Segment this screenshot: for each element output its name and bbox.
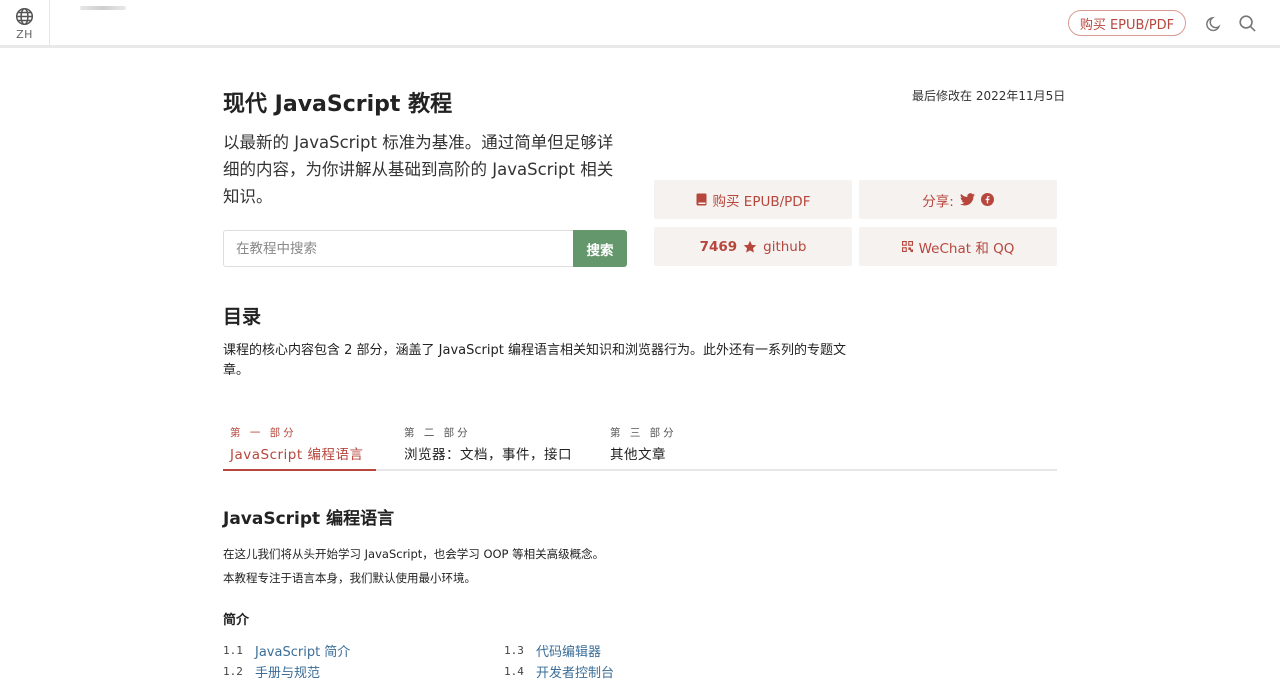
page-title: 现代 JavaScript 教程 (223, 92, 453, 117)
facebook-icon[interactable] (980, 193, 994, 206)
tab-part-name: 浏览器：文档，事件，接口 (404, 447, 572, 463)
search-icon[interactable] (1237, 13, 1257, 33)
toc-link-1-2[interactable]: 1.2 手册与规范 (223, 662, 320, 681)
toc-link-1-3[interactable]: 1.3 代码编辑器 (504, 641, 601, 660)
section-intro: 在这儿我们将从头开始学习 JavaScript，也会学习 OOP 等相关高级概念… (223, 547, 605, 561)
twitter-icon[interactable] (959, 193, 975, 206)
github-label: github (763, 238, 807, 255)
toc-item-number: 1.2 (223, 665, 243, 678)
language-code: ZH (16, 28, 33, 41)
share-button[interactable]: 分享: (859, 180, 1057, 219)
last-modified-date: 最后修改在 2022年11月5日 (912, 89, 1066, 103)
tab-part-3[interactable]: 第 三 部分 其他文章 (603, 420, 693, 471)
toc-item-label: 开发者控制台 (536, 666, 615, 681)
buy-epub-pdf-button[interactable]: 购买 EPUB/PDF (1068, 10, 1186, 36)
moon-icon[interactable] (1204, 14, 1224, 34)
toc-item-label: JavaScript 简介 (255, 645, 351, 660)
tab-part-number: 第 一 部分 (230, 427, 297, 439)
site-logo[interactable] (80, 6, 126, 10)
qrcode-icon (901, 241, 913, 252)
part-tabs: 第 一 部分 JavaScript 编程语言 第 二 部分 浏览器：文档，事件，… (223, 420, 1057, 471)
section-note: 本教程专注于语言本身，我们默认使用最小环境。 (223, 571, 476, 585)
buy-book-button[interactable]: 购买 EPUB/PDF (654, 180, 852, 219)
tab-part-number: 第 三 部分 (610, 427, 677, 439)
tab-part-name: 其他文章 (610, 447, 666, 463)
share-label: 分享: (922, 193, 954, 210)
wechat-qq-label: WeChat 和 QQ (918, 240, 1015, 257)
search-button[interactable]: 搜索 (573, 230, 627, 267)
toc-item-label: 代码编辑器 (536, 645, 602, 660)
book-icon (696, 193, 707, 206)
toc-heading: 目录 (223, 306, 262, 328)
wechat-qq-button[interactable]: WeChat 和 QQ (859, 227, 1057, 266)
tutorial-search-input[interactable] (223, 230, 573, 267)
toc-item-number: 1.3 (504, 644, 524, 657)
tab-part-1[interactable]: 第 一 部分 JavaScript 编程语言 (223, 420, 376, 471)
toc-item-number: 1.4 (504, 665, 524, 678)
tab-part-2[interactable]: 第 二 部分 浏览器：文档，事件，接口 (397, 420, 587, 471)
github-stars-button[interactable]: 7469 github (654, 227, 852, 266)
toc-item-number: 1.1 (223, 644, 243, 657)
tab-part-number: 第 二 部分 (404, 427, 471, 439)
section-title: JavaScript 编程语言 (223, 509, 395, 529)
star-icon (743, 240, 757, 254)
toc-link-1-1[interactable]: 1.1 JavaScript 简介 (223, 641, 350, 660)
toc-link-1-4[interactable]: 1.4 开发者控制台 (504, 662, 614, 681)
tab-part-name: JavaScript 编程语言 (230, 447, 364, 463)
github-star-count: 7469 (699, 238, 738, 255)
language-switcher[interactable]: ZH (0, 0, 50, 48)
chapter-heading: 简介 (223, 613, 250, 628)
globe-icon (15, 7, 34, 26)
page-subtitle: 以最新的 JavaScript 标准为基准。通过简单但足够详细的内容，为你讲解从… (223, 133, 614, 206)
buy-book-label: 购买 EPUB/PDF (712, 193, 811, 210)
toc-description: 课程的核心内容包含 2 部分，涵盖了 JavaScript 编程语言相关知识和浏… (223, 343, 846, 378)
tutorial-search-form: 搜索 (223, 230, 627, 267)
top-bar: ZH 购买 EPUB/PDF (0, 0, 1280, 48)
toc-item-label: 手册与规范 (255, 666, 321, 681)
